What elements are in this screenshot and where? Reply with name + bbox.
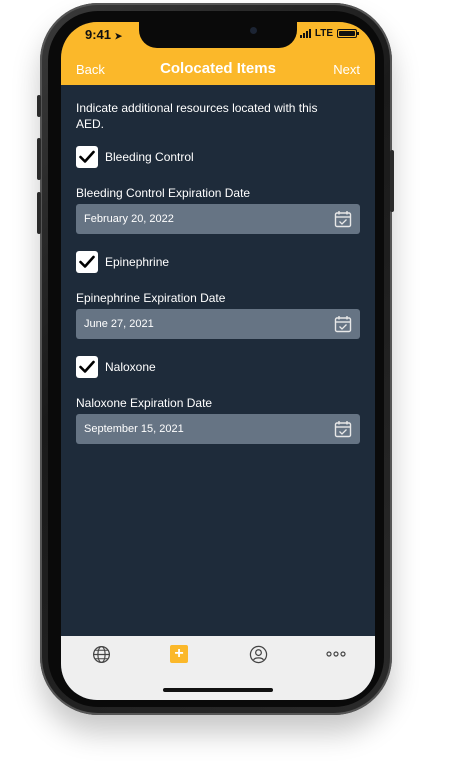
camera-icon: [250, 27, 257, 34]
home-indicator[interactable]: [163, 688, 273, 692]
date-value: June 27, 2021: [84, 318, 154, 330]
tab-bar: +: [61, 636, 375, 700]
volume-down-button: [37, 192, 41, 234]
checkbox-naloxone[interactable]: [76, 356, 98, 378]
date-field-epinephrine[interactable]: June 27, 2021: [76, 309, 360, 339]
checkbox-label: Naloxone: [105, 360, 156, 374]
location-arrow-icon: ➤: [114, 31, 123, 41]
date-field-naloxone[interactable]: September 15, 2021: [76, 414, 360, 444]
checkbox-label: Epinephrine: [105, 255, 170, 269]
page-title: Colocated Items: [160, 60, 276, 77]
tab-globe[interactable]: [91, 644, 111, 664]
calendar-icon[interactable]: [334, 210, 352, 228]
top-bar: 9:41 ➤ LTE Back Colocated Items Next: [61, 22, 375, 85]
power-button: [390, 150, 394, 212]
battery-icon: [337, 29, 359, 38]
checkbox-row-naloxone[interactable]: Naloxone: [76, 356, 156, 378]
checkbox-label: Bleeding Control: [105, 150, 194, 164]
checkbox-epinephrine[interactable]: [76, 251, 98, 273]
signal-icon: [299, 29, 311, 38]
date-value: February 20, 2022: [84, 213, 174, 225]
form-content: Indicate additional resources located wi…: [76, 100, 360, 444]
calendar-icon[interactable]: [334, 315, 352, 333]
tab-add[interactable]: +: [169, 644, 189, 664]
date-field-bleeding-control[interactable]: February 20, 2022: [76, 204, 360, 234]
checkmark-icon: [79, 360, 95, 373]
notch: [139, 22, 297, 48]
more-icon: [326, 651, 346, 657]
date-field-label: Bleeding Control Expiration Date: [76, 186, 251, 200]
app-screen: 9:41 ➤ LTE Back Colocated Items Next Ind…: [61, 22, 375, 700]
next-button[interactable]: Next: [333, 62, 360, 77]
checkbox-bleeding-control[interactable]: [76, 146, 98, 168]
volume-up-button: [37, 138, 41, 180]
battery-fill: [339, 31, 355, 36]
checkmark-icon: [79, 255, 95, 268]
status-time-text: 9:41: [85, 27, 112, 42]
checkbox-row-bleeding-control[interactable]: Bleeding Control: [76, 146, 194, 168]
intro-text: Indicate additional resources located wi…: [76, 101, 318, 131]
globe-icon: [92, 645, 110, 663]
date-field-label: Epinephrine Expiration Date: [76, 291, 226, 305]
user-icon: [249, 645, 267, 663]
mute-switch: [37, 95, 41, 117]
tab-profile[interactable]: [248, 644, 268, 664]
date-value: September 15, 2021: [84, 423, 184, 435]
status-indicators: LTE: [299, 28, 359, 39]
status-time: 9:41 ➤: [85, 27, 122, 42]
checkbox-row-epinephrine[interactable]: Epinephrine: [76, 251, 169, 273]
calendar-icon[interactable]: [334, 420, 352, 438]
tab-more[interactable]: [326, 644, 346, 664]
date-field-label: Naloxone Expiration Date: [76, 396, 213, 410]
checkmark-icon: [79, 150, 95, 163]
add-icon: +: [170, 645, 188, 663]
network-type: LTE: [314, 28, 333, 39]
